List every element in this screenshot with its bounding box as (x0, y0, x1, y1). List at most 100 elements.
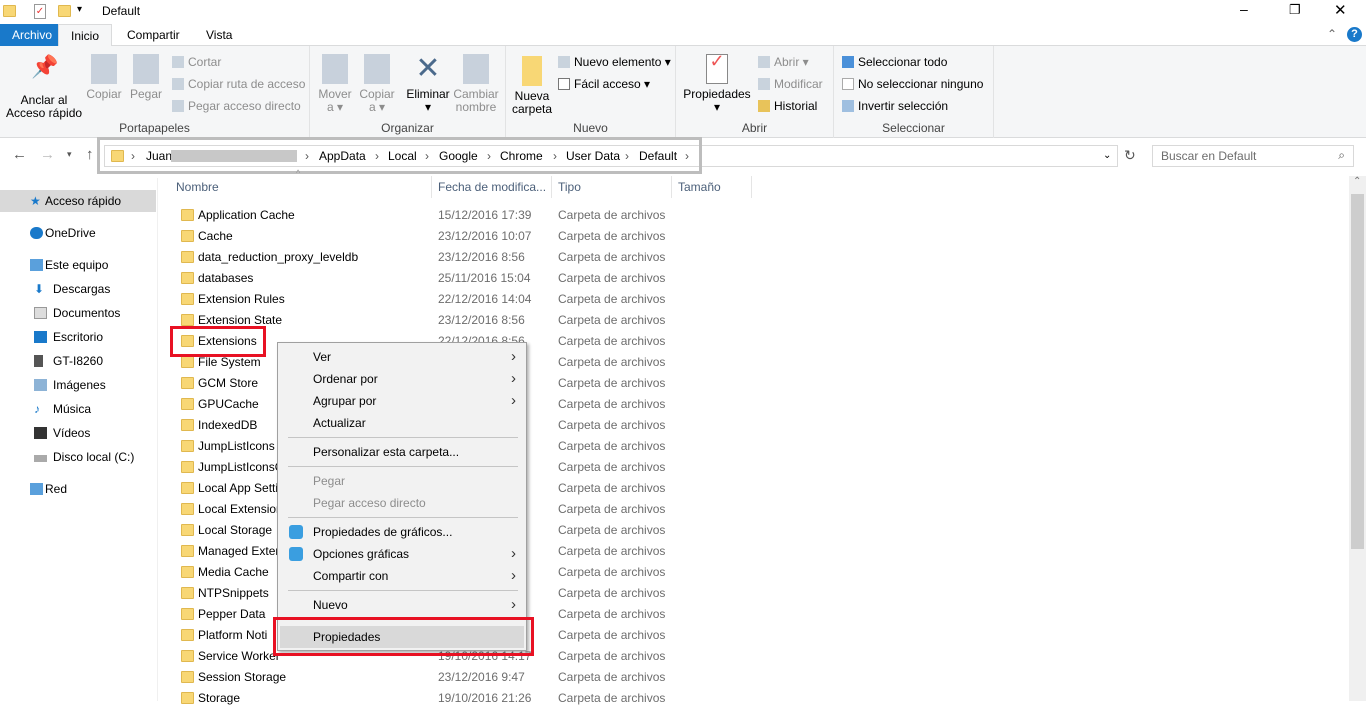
file-name: JumpListIconsO (198, 460, 285, 474)
open-button[interactable]: Abrir ▾ (758, 54, 809, 70)
recent-locations-button[interactable]: ▾ (67, 149, 72, 160)
file-name: Session Storage (198, 670, 287, 684)
copy-path-button[interactable]: Copiar ruta de acceso (172, 76, 305, 92)
new-item-button[interactable]: Nuevo elemento ▾ (558, 54, 671, 70)
chevron-right-icon: › (511, 596, 516, 613)
nav-documentos[interactable]: Documentos (0, 302, 156, 324)
chevron-right-icon: › (511, 545, 516, 562)
menu-item[interactable]: Pegar (280, 470, 524, 492)
paste-button[interactable]: Pegar (128, 54, 164, 101)
scrollbar-thumb[interactable] (1351, 194, 1364, 549)
close-button[interactable]: ✕ (1334, 1, 1347, 19)
pin-icon: 📌 (31, 54, 59, 79)
file-type: Carpeta de archivos (558, 544, 666, 558)
menu-item[interactable]: Actualizar (280, 412, 524, 434)
nav-red[interactable]: Red (0, 478, 156, 500)
context-menu: Ver › Ordenar por › Agrupar por › Actualizar Pe… (277, 342, 527, 651)
file-name: Platform Noti (198, 628, 268, 642)
menu-item[interactable]: Agrupar por › (280, 390, 524, 412)
file-row[interactable]: Cache 23/12/2016 10:07 Carpeta de archivos (170, 226, 730, 247)
column-tamano[interactable]: Tamaño (672, 176, 752, 198)
new-folder-quick-icon[interactable] (58, 5, 71, 17)
file-type: Carpeta de archivos (558, 376, 666, 390)
customize-toolbar-icon[interactable]: ▾ (77, 4, 82, 15)
nav-este-equipo[interactable]: Este equipo (0, 254, 156, 276)
properties-quick-icon[interactable]: ✓ (34, 4, 46, 19)
column-tipo[interactable]: Tipo (552, 176, 672, 198)
folder-icon (181, 482, 194, 494)
search-input[interactable]: Buscar en Default ⌕ (1152, 145, 1354, 167)
menu-item[interactable]: Ordenar por › (280, 368, 524, 390)
file-name: NTPSnippets (198, 586, 269, 600)
copy-button[interactable]: Copiar (84, 54, 124, 101)
file-name: Service Worker (198, 649, 280, 663)
history-button[interactable]: Historial (758, 98, 817, 114)
shortcut-icon (172, 100, 184, 112)
minimize-button[interactable]: – (1240, 1, 1248, 17)
up-button[interactable]: ↑ (86, 146, 94, 163)
menu-item[interactable]: Propiedades de gráficos... (280, 521, 524, 543)
paste-shortcut-button[interactable]: Pegar acceso directo (172, 98, 301, 114)
invert-selection-button[interactable]: Invertir selección (842, 98, 948, 114)
move-to-button[interactable]: Mover a ▾ (316, 54, 354, 114)
file-type: Carpeta de archivos (558, 691, 666, 705)
tab-inicio[interactable]: Inicio (58, 24, 113, 47)
file-name: Local Storage (198, 523, 273, 537)
new-folder-button[interactable]: Nueva carpeta (510, 56, 554, 116)
nav-descargas[interactable]: ⬇ Descargas (0, 278, 156, 300)
properties-button[interactable]: ✓ Propiedades ▾ (682, 52, 752, 114)
vertical-scrollbar[interactable]: ⌃ (1349, 176, 1366, 701)
folder-icon (181, 419, 194, 431)
file-row[interactable]: Extension Rules 22/12/2016 14:04 Carpeta d… (170, 289, 730, 310)
file-row[interactable]: Application Cache 15/12/2016 17:39 Carpeta… (170, 205, 730, 226)
menu-separator (288, 590, 518, 591)
file-type: Carpeta de archivos (558, 649, 666, 663)
open-icon (758, 56, 770, 68)
copy-to-button[interactable]: Copiar a ▾ (358, 54, 396, 114)
menu-item[interactable]: Nuevo › (280, 594, 524, 616)
menu-item[interactable]: Compartir con › (280, 565, 524, 587)
back-button[interactable]: ← (12, 146, 27, 163)
select-all-button[interactable]: Seleccionar todo (842, 54, 947, 70)
refresh-button[interactable]: ↻ (1124, 147, 1136, 164)
address-dropdown-icon[interactable]: ⌄ (1103, 150, 1111, 161)
select-none-button[interactable]: No seleccionar ninguno (842, 76, 983, 92)
nav-imagenes[interactable]: Imágenes (0, 374, 156, 396)
menu-item[interactable]: Opciones gráficas › (280, 543, 524, 565)
tab-compartir[interactable]: Compartir (115, 24, 192, 46)
nav-disco-local[interactable]: Disco local (C:) (0, 446, 156, 468)
nav-musica[interactable]: ♪ Música (0, 398, 156, 420)
delete-button[interactable]: ✕ Eliminar ▾ (406, 54, 450, 114)
nav-videos[interactable]: Vídeos (0, 422, 156, 444)
file-row[interactable]: databases 25/11/2016 15:04 Carpeta de arch… (170, 268, 730, 289)
help-icon[interactable]: ? (1347, 27, 1362, 42)
file-date: 23/12/2016 10:07 (438, 229, 532, 243)
menu-item[interactable]: Pegar acceso directo (280, 492, 524, 514)
forward-button[interactable]: → (40, 146, 55, 163)
file-row[interactable]: data_reduction_proxy_leveldb 23/12/2016 8… (170, 247, 730, 268)
rename-button[interactable]: Cambiar nombre (452, 54, 500, 114)
menu-item[interactable]: Ver › (280, 346, 524, 368)
column-nombre[interactable]: Nombre (170, 176, 432, 198)
easy-access-button[interactable]: Fácil acceso ▾ (558, 76, 650, 92)
tab-vista[interactable]: Vista (194, 24, 244, 46)
nav-acceso-rapido[interactable]: ★ Acceso rápido (0, 190, 156, 212)
edit-button[interactable]: Modificar (758, 76, 823, 92)
move-icon (322, 54, 348, 84)
file-date: 23/12/2016 9:47 (438, 670, 525, 684)
column-fecha[interactable]: Fecha de modifica... (432, 176, 552, 198)
sort-ascending-icon: ^ (296, 168, 301, 178)
file-row[interactable]: Session Storage 23/12/2016 9:47 Carpeta de… (170, 667, 730, 688)
nav-escritorio[interactable]: Escritorio (0, 326, 156, 348)
nav-onedrive[interactable]: OneDrive (0, 222, 156, 244)
copy-to-icon (364, 54, 390, 84)
maximize-button[interactable]: ❐ (1289, 2, 1301, 18)
nav-gt-i8260[interactable]: GT-I8260 (0, 350, 156, 372)
collapse-ribbon-icon[interactable]: ⌃ (1327, 27, 1337, 41)
tab-archivo[interactable]: Archivo (0, 24, 65, 46)
menu-item[interactable]: Personalizar esta carpeta... (280, 441, 524, 463)
pin-quick-access-button[interactable]: 📌 Anclar al Acceso rápido (6, 54, 82, 120)
file-row[interactable]: Storage 19/10/2016 21:26 Carpeta de archiv… (170, 688, 730, 709)
cut-button[interactable]: Cortar (172, 54, 221, 70)
group-organizar: Mover a ▾ Copiar a ▾ ✕ Eliminar ▾ Cambiar… (310, 46, 506, 138)
